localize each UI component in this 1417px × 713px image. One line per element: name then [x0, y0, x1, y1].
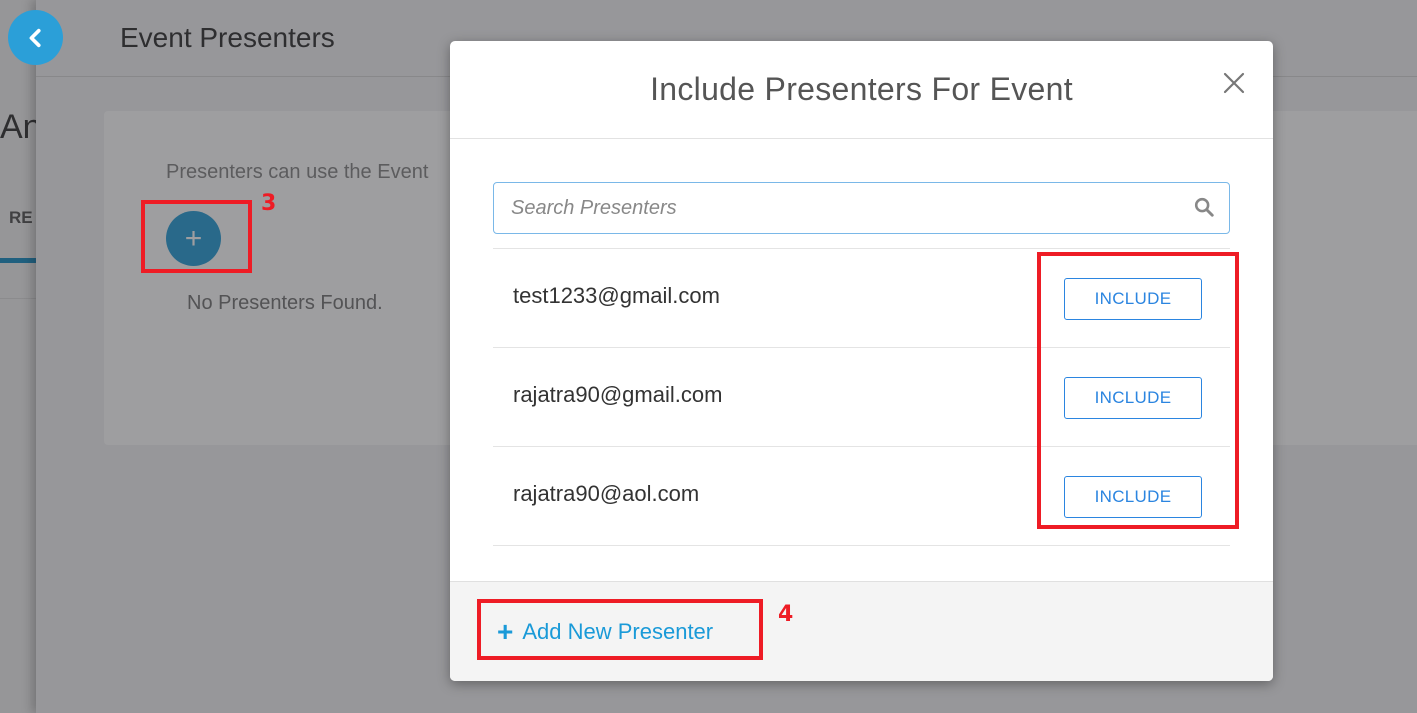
presenter-email: rajatra90@aol.com	[513, 481, 700, 506]
close-button[interactable]	[1222, 71, 1246, 95]
search-box	[493, 182, 1230, 234]
chevron-left-icon	[29, 28, 41, 47]
back-button[interactable]	[8, 10, 63, 65]
modal-header: Include Presenters For Event	[450, 41, 1273, 139]
annotation-box-3	[141, 200, 252, 273]
annotation-box-include-buttons	[1037, 252, 1239, 529]
search-input[interactable]	[494, 183, 1229, 233]
modal-title: Include Presenters For Event	[650, 71, 1073, 107]
annotation-number-4: 4	[778, 602, 794, 627]
presenter-email: test1233@gmail.com	[513, 283, 720, 308]
presenter-email: rajatra90@gmail.com	[513, 382, 723, 407]
search-icon[interactable]	[1193, 196, 1215, 218]
close-icon	[1223, 72, 1245, 94]
annotation-box-4	[477, 599, 763, 660]
annotation-number-3: 3	[261, 191, 277, 216]
